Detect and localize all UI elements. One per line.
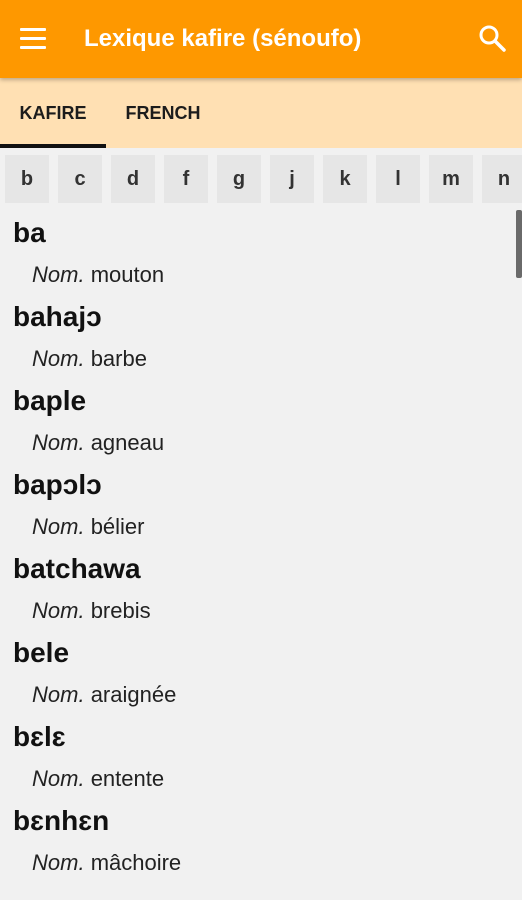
entry-word: batchawa — [13, 553, 141, 584]
entry-list-item[interactable]: bɛlɛ Nom. entente — [0, 714, 522, 798]
menu-icon[interactable] — [20, 22, 60, 54]
entry-list-item[interactable]: ba Nom. mouton — [0, 210, 522, 294]
search-icon[interactable] — [476, 22, 510, 56]
entry-word: bɛlɛ — [13, 721, 66, 752]
entry-list[interactable]: ba Nom. mouton bahajɔ Nom. barbe baple N… — [0, 210, 522, 900]
part-of-speech: Nom. — [32, 598, 85, 623]
definition-text: entente — [90, 766, 165, 791]
definition-text: bélier — [90, 514, 145, 539]
scrollbar-thumb[interactable] — [516, 210, 522, 278]
entry-word: bahajɔ — [13, 301, 102, 332]
letter-button[interactable]: m — [429, 155, 473, 203]
tab-bar: KAFIRE FRENCH — [0, 78, 522, 148]
part-of-speech: Nom. — [32, 262, 85, 287]
part-of-speech: Nom. — [32, 430, 85, 455]
entry-list-item[interactable]: bahajɔ Nom. barbe — [0, 294, 522, 378]
entry-list-item[interactable]: batchawa Nom. brebis — [0, 546, 522, 630]
menu-icon-line — [20, 27, 46, 31]
menu-icon-line — [20, 45, 46, 49]
entry-definition: Nom. mouton — [32, 260, 164, 290]
tab-kafire[interactable]: KAFIRE — [0, 78, 106, 148]
part-of-speech: Nom. — [32, 346, 85, 371]
definition-text: brebis — [90, 598, 151, 623]
entry-word: baple — [13, 385, 87, 416]
entry-definition: Nom. mâchoire — [32, 848, 181, 878]
definition-text: mâchoire — [90, 850, 182, 875]
entry-list-item[interactable]: baple Nom. agneau — [0, 378, 522, 462]
entry-word: ba — [13, 217, 46, 248]
part-of-speech: Nom. — [32, 682, 85, 707]
definition-text: agneau — [90, 430, 165, 455]
app-title: Lexique kafire (sénoufo) — [84, 25, 362, 52]
app-bar: Lexique kafire (sénoufo) — [0, 0, 522, 78]
entry-definition: Nom. brebis — [32, 596, 151, 626]
letter-button[interactable]: g — [217, 155, 261, 203]
letter-index-bar[interactable]: b c d f g j k l m n — [0, 148, 522, 210]
letter-button[interactable]: c — [58, 155, 102, 203]
entry-list-item[interactable]: bele Nom. araignée — [0, 630, 522, 714]
entry-word: bɛnhɛn — [13, 805, 110, 836]
entry-word: bapɔlɔ — [13, 469, 102, 500]
letter-button[interactable]: f — [164, 155, 208, 203]
definition-text: mouton — [90, 262, 165, 287]
selected-tab-indicator — [0, 144, 106, 148]
letter-button[interactable]: b — [5, 155, 49, 203]
part-of-speech: Nom. — [32, 514, 85, 539]
entry-list-item[interactable]: bapɔlɔ Nom. bélier — [0, 462, 522, 546]
entry-definition: Nom. entente — [32, 764, 164, 794]
entry-definition: Nom. araignée — [32, 680, 176, 710]
letter-button[interactable]: k — [323, 155, 367, 203]
letter-button[interactable]: n — [482, 155, 522, 203]
menu-icon-line — [20, 36, 46, 40]
letter-button[interactable]: d — [111, 155, 155, 203]
definition-text: araignée — [90, 682, 177, 707]
letter-button[interactable]: j — [270, 155, 314, 203]
letter-button[interactable]: l — [376, 155, 420, 203]
entry-list-item[interactable]: bɛnhɛn Nom. mâchoire — [0, 798, 522, 882]
part-of-speech: Nom. — [32, 850, 85, 875]
entry-definition: Nom. agneau — [32, 428, 164, 458]
entry-definition: Nom. barbe — [32, 344, 147, 374]
definition-text: barbe — [90, 346, 147, 371]
part-of-speech: Nom. — [32, 766, 85, 791]
entry-definition: Nom. bélier — [32, 512, 145, 542]
tab-french[interactable]: FRENCH — [108, 78, 218, 148]
entry-word: bele — [13, 637, 70, 668]
